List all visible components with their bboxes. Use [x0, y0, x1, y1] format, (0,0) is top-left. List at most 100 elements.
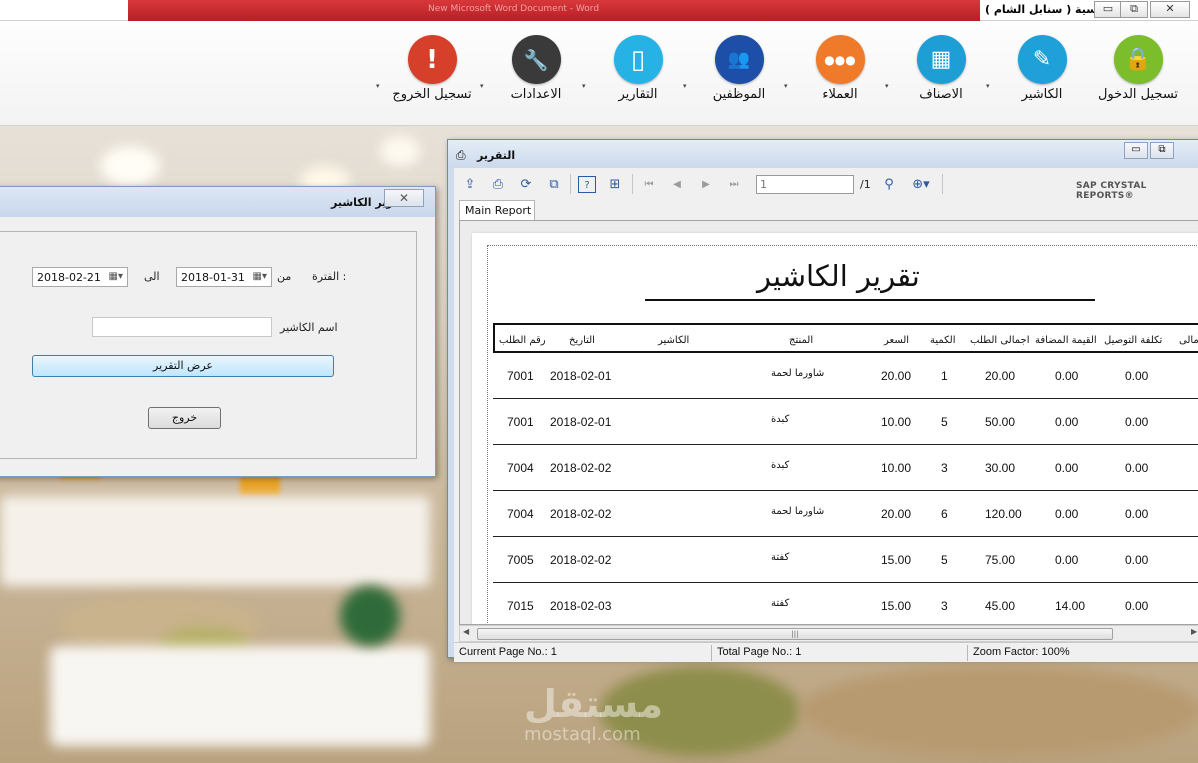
- cell-price: 20.00: [881, 507, 912, 521]
- cell-order-no: 7015: [507, 599, 534, 613]
- ribbon-reports[interactable]: ▯ التقارير ▾: [582, 35, 686, 102]
- cell-order-no: 7005: [507, 553, 534, 567]
- ribbon-items[interactable]: ▦ الاصناف ▾: [885, 35, 989, 102]
- col-order-total: اجمالى الطلب: [970, 335, 1030, 346]
- export-icon[interactable]: ⇪: [461, 176, 479, 193]
- col-delivery: تكلفة التوصيل: [1104, 335, 1163, 346]
- show-report-button[interactable]: عرض التقرير: [32, 355, 334, 377]
- dialog-caption: تقرير الكاشير ✕: [0, 187, 435, 217]
- title-underline: [645, 299, 1095, 301]
- report-canvas: تقرير الكاشير رقم الطلب التاريخ الكاشير …: [459, 220, 1198, 625]
- page-number-input[interactable]: 1: [756, 175, 854, 194]
- table-row: 7001 2018-02-01 شاورما لحمة 20.00 1 20.00 0.00…: [493, 353, 1198, 399]
- ribbon-login[interactable]: 🔒 تسجيل الدخول: [1090, 35, 1186, 102]
- period-label: الفترة :: [312, 270, 347, 283]
- scroll-thumb[interactable]: |||: [477, 628, 1113, 640]
- close-button[interactable]: ✕: [1150, 1, 1190, 18]
- cell-product: شاورما لحمة: [771, 368, 825, 379]
- ribbon-customers-label: العملاء: [822, 87, 858, 102]
- restore-button[interactable]: ⧉: [1150, 142, 1174, 159]
- report-toolbar: ⇪ ⎙ ⟳ ⧉ ? ⊞ ⏮ ◀ ▶ ⏭ 1 /1 ⚲ ⊕▾ SAP CRYSTA…: [454, 168, 1198, 202]
- ribbon-cashier[interactable]: ✎ الكاشير ▾: [986, 35, 1090, 102]
- restore-button[interactable]: ⧉: [1120, 1, 1148, 18]
- exit-button[interactable]: خروج: [148, 407, 221, 429]
- cell-order-total: 75.00: [985, 553, 1016, 567]
- total-page-status: Total Page No.: 1: [717, 646, 802, 658]
- scroll-right-icon[interactable]: ▶: [1191, 627, 1197, 636]
- to-label: الى: [144, 270, 160, 283]
- cell-delivery: 0.00: [1125, 415, 1149, 429]
- table-header: رقم الطلب التاريخ الكاشير المنتج السعر ا…: [493, 323, 1198, 353]
- ribbon-cashier-label: الكاشير: [1021, 87, 1063, 102]
- cell-order-no: 7004: [507, 507, 534, 521]
- cell-qty: 1: [941, 369, 948, 383]
- table-row: 70052018-02-02كفتة15.00575.000.000.007: [493, 537, 1198, 583]
- group-tree-icon[interactable]: ⊞: [606, 176, 624, 193]
- copy-icon[interactable]: ⧉: [545, 176, 563, 193]
- report-page: تقرير الكاشير رقم الطلب التاريخ الكاشير …: [472, 233, 1198, 624]
- cell-qty: 5: [941, 553, 948, 567]
- cell-vat: 0.00: [1055, 369, 1079, 383]
- status-separator: [711, 645, 712, 661]
- watermark-logo: مستقل: [524, 682, 663, 726]
- to-date-picker[interactable]: 2018-02-21 ▦▾: [32, 267, 128, 287]
- scroll-left-icon[interactable]: ◀: [463, 627, 469, 636]
- last-page-icon[interactable]: ⏭: [725, 176, 743, 193]
- cell-vat: 0.00: [1055, 507, 1079, 521]
- calendar-icon[interactable]: ▦▾: [109, 271, 123, 282]
- from-label: من: [277, 270, 292, 283]
- from-date-picker[interactable]: 2018-01-31 ▦▾: [176, 267, 272, 287]
- ribbon-login-label: تسجيل الدخول: [1097, 87, 1179, 102]
- cell-delivery: 0.00: [1125, 599, 1149, 613]
- cell-order-total: 30.00: [985, 461, 1016, 475]
- report-body: ⇪ ⎙ ⟳ ⧉ ? ⊞ ⏮ ◀ ▶ ⏭ 1 /1 ⚲ ⊕▾ SAP CRYSTA…: [454, 168, 1198, 662]
- prev-page-icon[interactable]: ◀: [668, 176, 686, 193]
- chevron-down-icon[interactable]: ▾: [376, 82, 380, 90]
- cell-delivery: 0.00: [1125, 553, 1149, 567]
- ribbon-customers[interactable]: ●●● العملاء ▾: [784, 35, 888, 102]
- cashier-name-input[interactable]: [92, 317, 272, 337]
- calendar-icon[interactable]: ▦▾: [253, 271, 267, 282]
- cell-order-total: 20.00: [985, 369, 1016, 383]
- cell-product: شاورما لحمة: [771, 506, 825, 517]
- col-vat: القيمة المضافة: [1035, 335, 1097, 346]
- refresh-icon[interactable]: ⟳: [517, 176, 535, 193]
- horizontal-scrollbar[interactable]: ◀ ||| ▶: [459, 625, 1198, 642]
- col-date: التاريخ: [569, 335, 595, 346]
- next-page-icon[interactable]: ▶: [697, 176, 715, 193]
- table-row: 70012018-02-01كبدة10.00550.000.000.005: [493, 399, 1198, 445]
- window-title-bar: New Microsoft Word Document - Word الرئي…: [0, 0, 1198, 21]
- cell-order-total: 45.00: [985, 599, 1016, 613]
- zoom-status: Zoom Factor: 100%: [973, 646, 1070, 658]
- chevron-down-icon[interactable]: ▾: [480, 82, 484, 90]
- col-order-no: رقم الطلب: [499, 335, 546, 346]
- current-page-status: Current Page No.: 1: [459, 646, 557, 658]
- cell-date: 2018-02-02: [550, 461, 612, 475]
- first-page-icon[interactable]: ⏮: [640, 176, 658, 193]
- ribbon-logout[interactable]: ! تسجيل الخروج ▾: [376, 35, 480, 102]
- minimize-button[interactable]: ▭: [1094, 1, 1122, 18]
- cell-date: 2018-02-03: [550, 599, 612, 613]
- cell-product: كبدة: [771, 460, 790, 471]
- print-icon[interactable]: ⎙: [489, 176, 507, 193]
- cell-product: كفتة: [771, 552, 790, 563]
- toolbar-separator: [570, 174, 571, 194]
- ribbon-settings[interactable]: 🔧 الاعدادات ▾: [480, 35, 584, 102]
- cashier-name-label: اسم الكاشير: [280, 321, 338, 334]
- tab-main-report[interactable]: Main Report: [459, 200, 535, 220]
- dialog-panel: الفترة : من 2018-01-31 ▦▾ الى 2018-02-21…: [0, 231, 417, 459]
- customers-icon: ●●●: [815, 35, 865, 84]
- printer-icon: ⎙: [456, 148, 466, 162]
- ribbon-employees[interactable]: 👥 الموظفين ▾: [683, 35, 787, 102]
- binoculars-icon[interactable]: ⚲: [880, 176, 898, 193]
- zoom-icon[interactable]: ⊕▾: [907, 176, 935, 193]
- warning-icon: !: [407, 35, 457, 84]
- col-product: المنتج: [789, 335, 814, 346]
- minimize-button[interactable]: ▭: [1124, 142, 1148, 159]
- cell-price: 20.00: [881, 369, 912, 383]
- close-icon[interactable]: ✕: [384, 189, 424, 207]
- help-icon[interactable]: ?: [578, 176, 596, 193]
- cell-product: كبدة: [771, 414, 790, 425]
- cell-vat: 0.00: [1055, 553, 1079, 567]
- cell-order-no: 7004: [507, 461, 534, 475]
